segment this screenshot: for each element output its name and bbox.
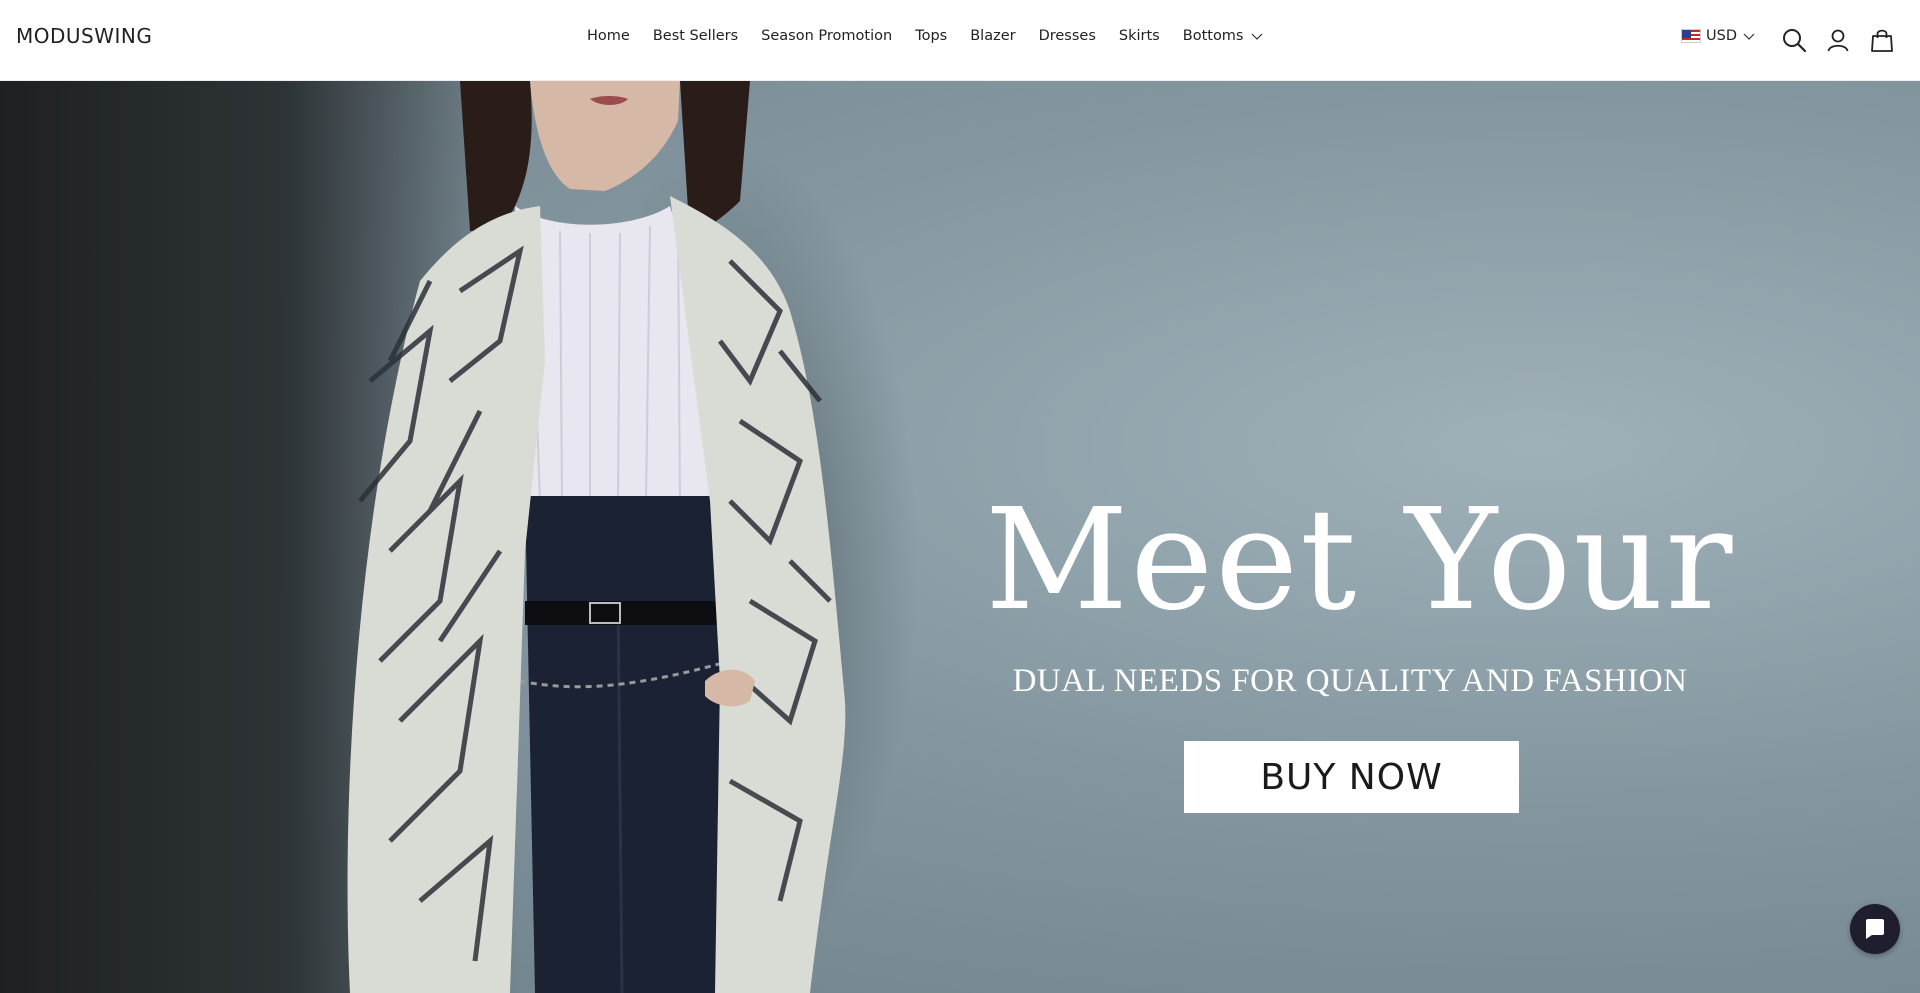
chevron-down-icon xyxy=(1251,33,1262,40)
nav-item-dresses[interactable]: Dresses xyxy=(1039,28,1096,44)
nav-item-best-sellers[interactable]: Best Sellers xyxy=(653,28,738,44)
hero-model-image xyxy=(347,81,846,993)
nav-item-label: Best Sellers xyxy=(652,28,739,44)
nav-item-bottoms[interactable]: Bottoms xyxy=(1183,28,1264,44)
account-icon[interactable] xyxy=(1825,27,1851,53)
nav-item-label: Tops xyxy=(915,28,948,44)
chat-widget-button[interactable] xyxy=(1850,904,1900,954)
nav-item-tops[interactable]: Tops xyxy=(915,28,947,44)
nav-item-label: Skirts xyxy=(1118,28,1160,44)
hero-title: Meet Your xyxy=(985,479,1735,642)
search-icon[interactable] xyxy=(1781,27,1807,53)
buy-now-button[interactable]: BUY NOW xyxy=(1184,741,1519,813)
hero-subtitle: DUAL NEEDS FOR QUALITY AND FASHION xyxy=(1012,663,1688,699)
us-flag-icon xyxy=(1681,29,1701,43)
nav-item-skirts[interactable]: Skirts xyxy=(1119,28,1160,44)
nav-item-label: Dresses xyxy=(1038,28,1096,44)
nav-item-blazer[interactable]: Blazer xyxy=(970,28,1015,44)
hero-banner: Meet Your DUAL NEEDS FOR QUALITY AND FAS… xyxy=(0,81,1920,993)
nav-item-label: Bottoms xyxy=(1182,28,1244,44)
site-header: MODUSWING Home Best Sellers Season Promo… xyxy=(0,0,1920,81)
nav-item-label: Season Promotion xyxy=(761,28,893,44)
currency-label: USD xyxy=(1706,28,1737,44)
currency-selector[interactable]: USD xyxy=(1681,28,1756,44)
main-nav: Home Best Sellers Season Promotion Tops … xyxy=(587,28,1264,44)
chevron-down-icon xyxy=(1743,33,1755,40)
nav-item-label: Blazer xyxy=(970,28,1016,44)
nav-item-home[interactable]: Home xyxy=(587,28,630,44)
brand-logo[interactable]: MODUSWING xyxy=(16,24,152,48)
chat-icon xyxy=(1866,919,1884,939)
nav-item-label: Home xyxy=(587,28,630,44)
nav-item-season-promotion[interactable]: Season Promotion xyxy=(761,28,892,44)
cart-bag-icon[interactable] xyxy=(1869,27,1895,53)
